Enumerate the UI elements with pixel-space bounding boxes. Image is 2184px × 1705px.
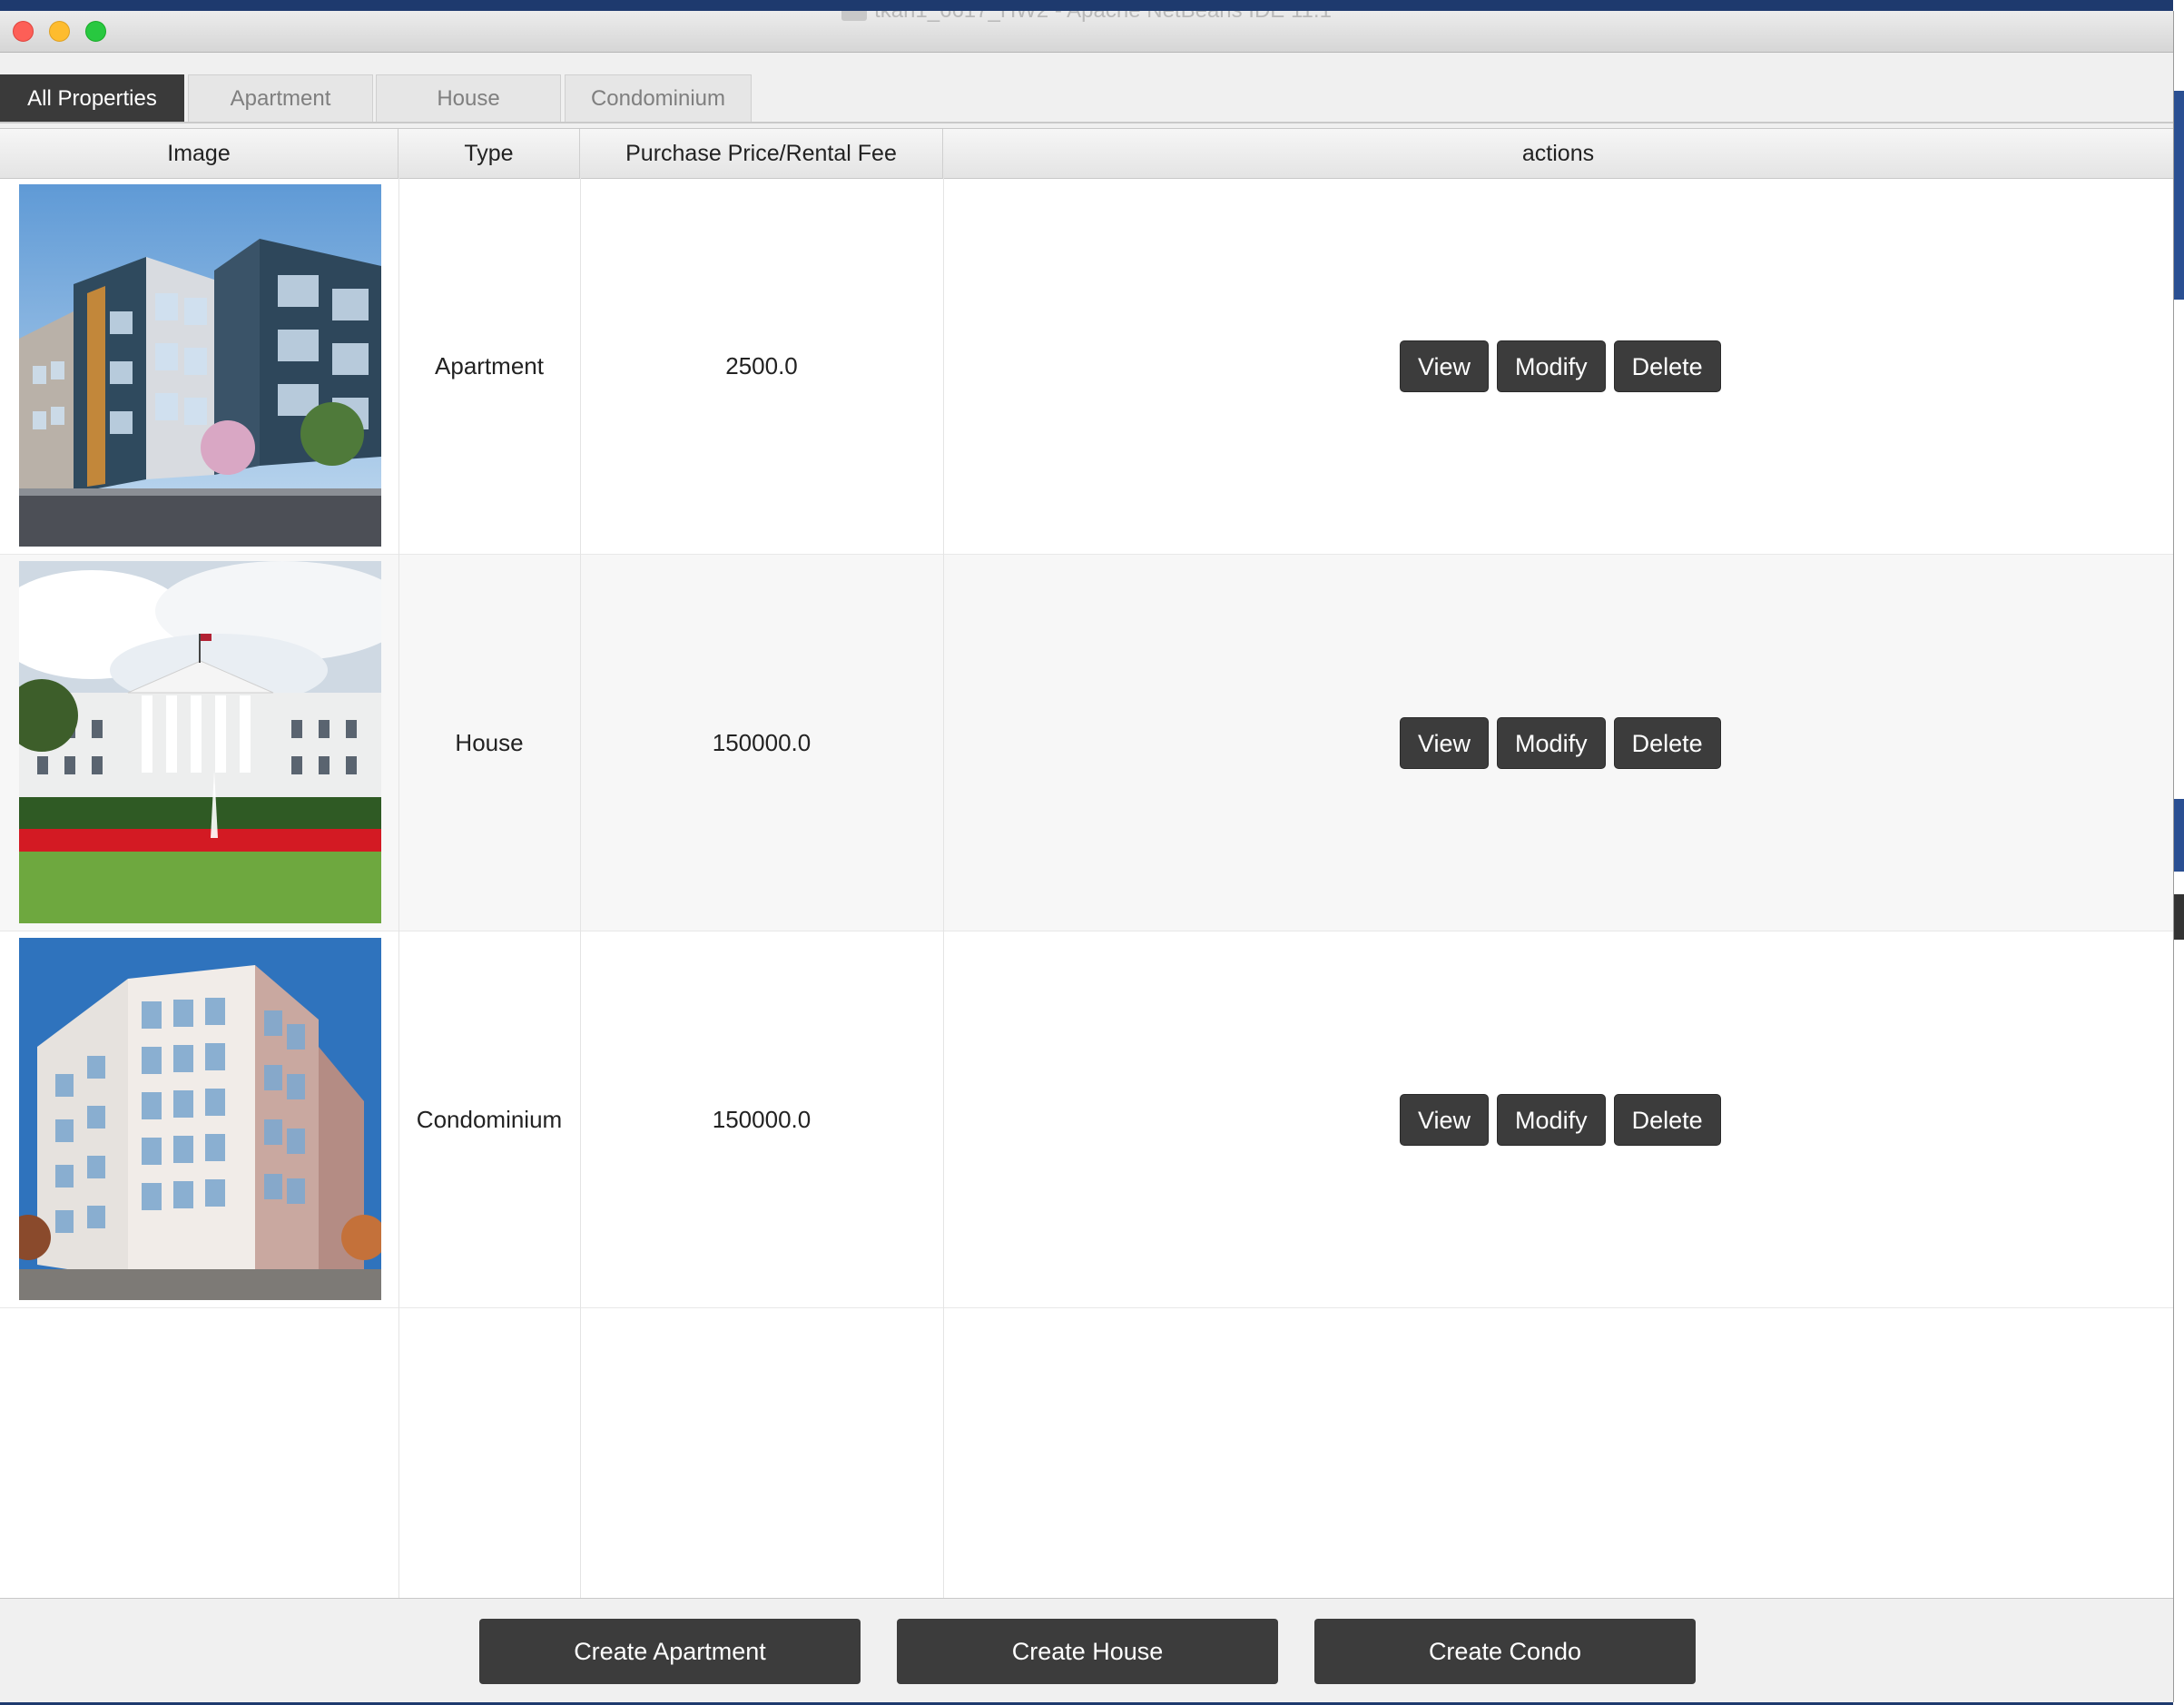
desktop: tkarl1_6617_HW2 - Apache NetBeans IDE 11… <box>0 0 2184 1705</box>
maximize-window-button[interactable] <box>85 21 106 42</box>
apartment-building-photo <box>19 184 381 547</box>
folder-icon <box>841 11 868 21</box>
background-block <box>2173 799 2184 872</box>
condominium-building-photo <box>19 938 381 1300</box>
type-cell: Condominium <box>416 1106 563 1133</box>
type-cell: House <box>455 729 524 756</box>
view-button[interactable]: View <box>1400 717 1490 769</box>
header-price[interactable]: Purchase Price/Rental Fee <box>580 129 943 178</box>
table-row[interactable]: Apartment 2500.0 View Modify Delete <box>0 178 2173 555</box>
table-row[interactable]: Condominium 150000.0 View Modify Delete <box>0 931 2173 1308</box>
tab-condominium[interactable]: Condominium <box>565 74 752 122</box>
tab-all-properties[interactable]: All Properties <box>0 74 184 122</box>
price-cell: 2500.0 <box>725 352 798 379</box>
background-block <box>2173 91 2184 300</box>
close-window-button[interactable] <box>13 21 34 42</box>
create-house-button[interactable]: Create House <box>897 1619 1278 1684</box>
create-apartment-button[interactable]: Create Apartment <box>479 1619 861 1684</box>
price-cell: 150000.0 <box>712 729 812 756</box>
delete-button[interactable]: Delete <box>1613 340 1721 392</box>
header-actions[interactable]: actions <box>943 129 2173 178</box>
row-actions: View Modify Delete <box>1400 1094 1721 1146</box>
background-block <box>2173 894 2184 940</box>
create-condo-button[interactable]: Create Condo <box>1314 1619 1696 1684</box>
modify-button[interactable]: Modify <box>1497 340 1606 392</box>
header-image[interactable]: Image <box>0 129 398 178</box>
column-divider <box>580 178 581 1599</box>
view-button[interactable]: View <box>1400 1094 1490 1146</box>
column-divider <box>398 178 399 1599</box>
background-window-edge <box>2173 0 2184 1705</box>
table-row[interactable]: House 150000.0 View Modify Delete <box>0 555 2173 931</box>
modify-button[interactable]: Modify <box>1497 1094 1606 1146</box>
minimize-window-button[interactable] <box>49 21 70 42</box>
delete-button[interactable]: Delete <box>1613 1094 1721 1146</box>
condominium-image <box>19 938 381 1300</box>
tab-apartment[interactable]: Apartment <box>188 74 373 122</box>
type-cell: Apartment <box>435 352 544 379</box>
properties-table: Image Type Purchase Price/Rental Fee act… <box>0 128 2173 1599</box>
app-window: tkarl1_6617_HW2 - Apache NetBeans IDE 11… <box>0 11 2174 1702</box>
tab-bar: All Properties Apartment House Condomini… <box>0 62 2173 123</box>
title-bar[interactable]: tkarl1_6617_HW2 - Apache NetBeans IDE 11… <box>0 11 2173 53</box>
header-type[interactable]: Type <box>398 129 580 178</box>
house-image <box>19 561 381 923</box>
column-divider <box>943 178 944 1599</box>
price-cell: 150000.0 <box>712 1106 812 1133</box>
apartment-image <box>19 184 381 547</box>
window-title: tkarl1_6617_HW2 - Apache NetBeans IDE 11… <box>0 11 2173 24</box>
tab-house[interactable]: House <box>376 74 561 122</box>
footer-bar: Create Apartment Create House Create Con… <box>0 1598 2173 1702</box>
table-header: Image Type Purchase Price/Rental Fee act… <box>0 129 2173 179</box>
view-button[interactable]: View <box>1400 340 1490 392</box>
window-title-text: tkarl1_6617_HW2 - Apache NetBeans IDE 11… <box>874 11 1332 23</box>
white-house-photo <box>19 561 381 923</box>
modify-button[interactable]: Modify <box>1497 717 1606 769</box>
delete-button[interactable]: Delete <box>1613 717 1721 769</box>
row-actions: View Modify Delete <box>1400 340 1721 392</box>
row-actions: View Modify Delete <box>1400 717 1721 769</box>
